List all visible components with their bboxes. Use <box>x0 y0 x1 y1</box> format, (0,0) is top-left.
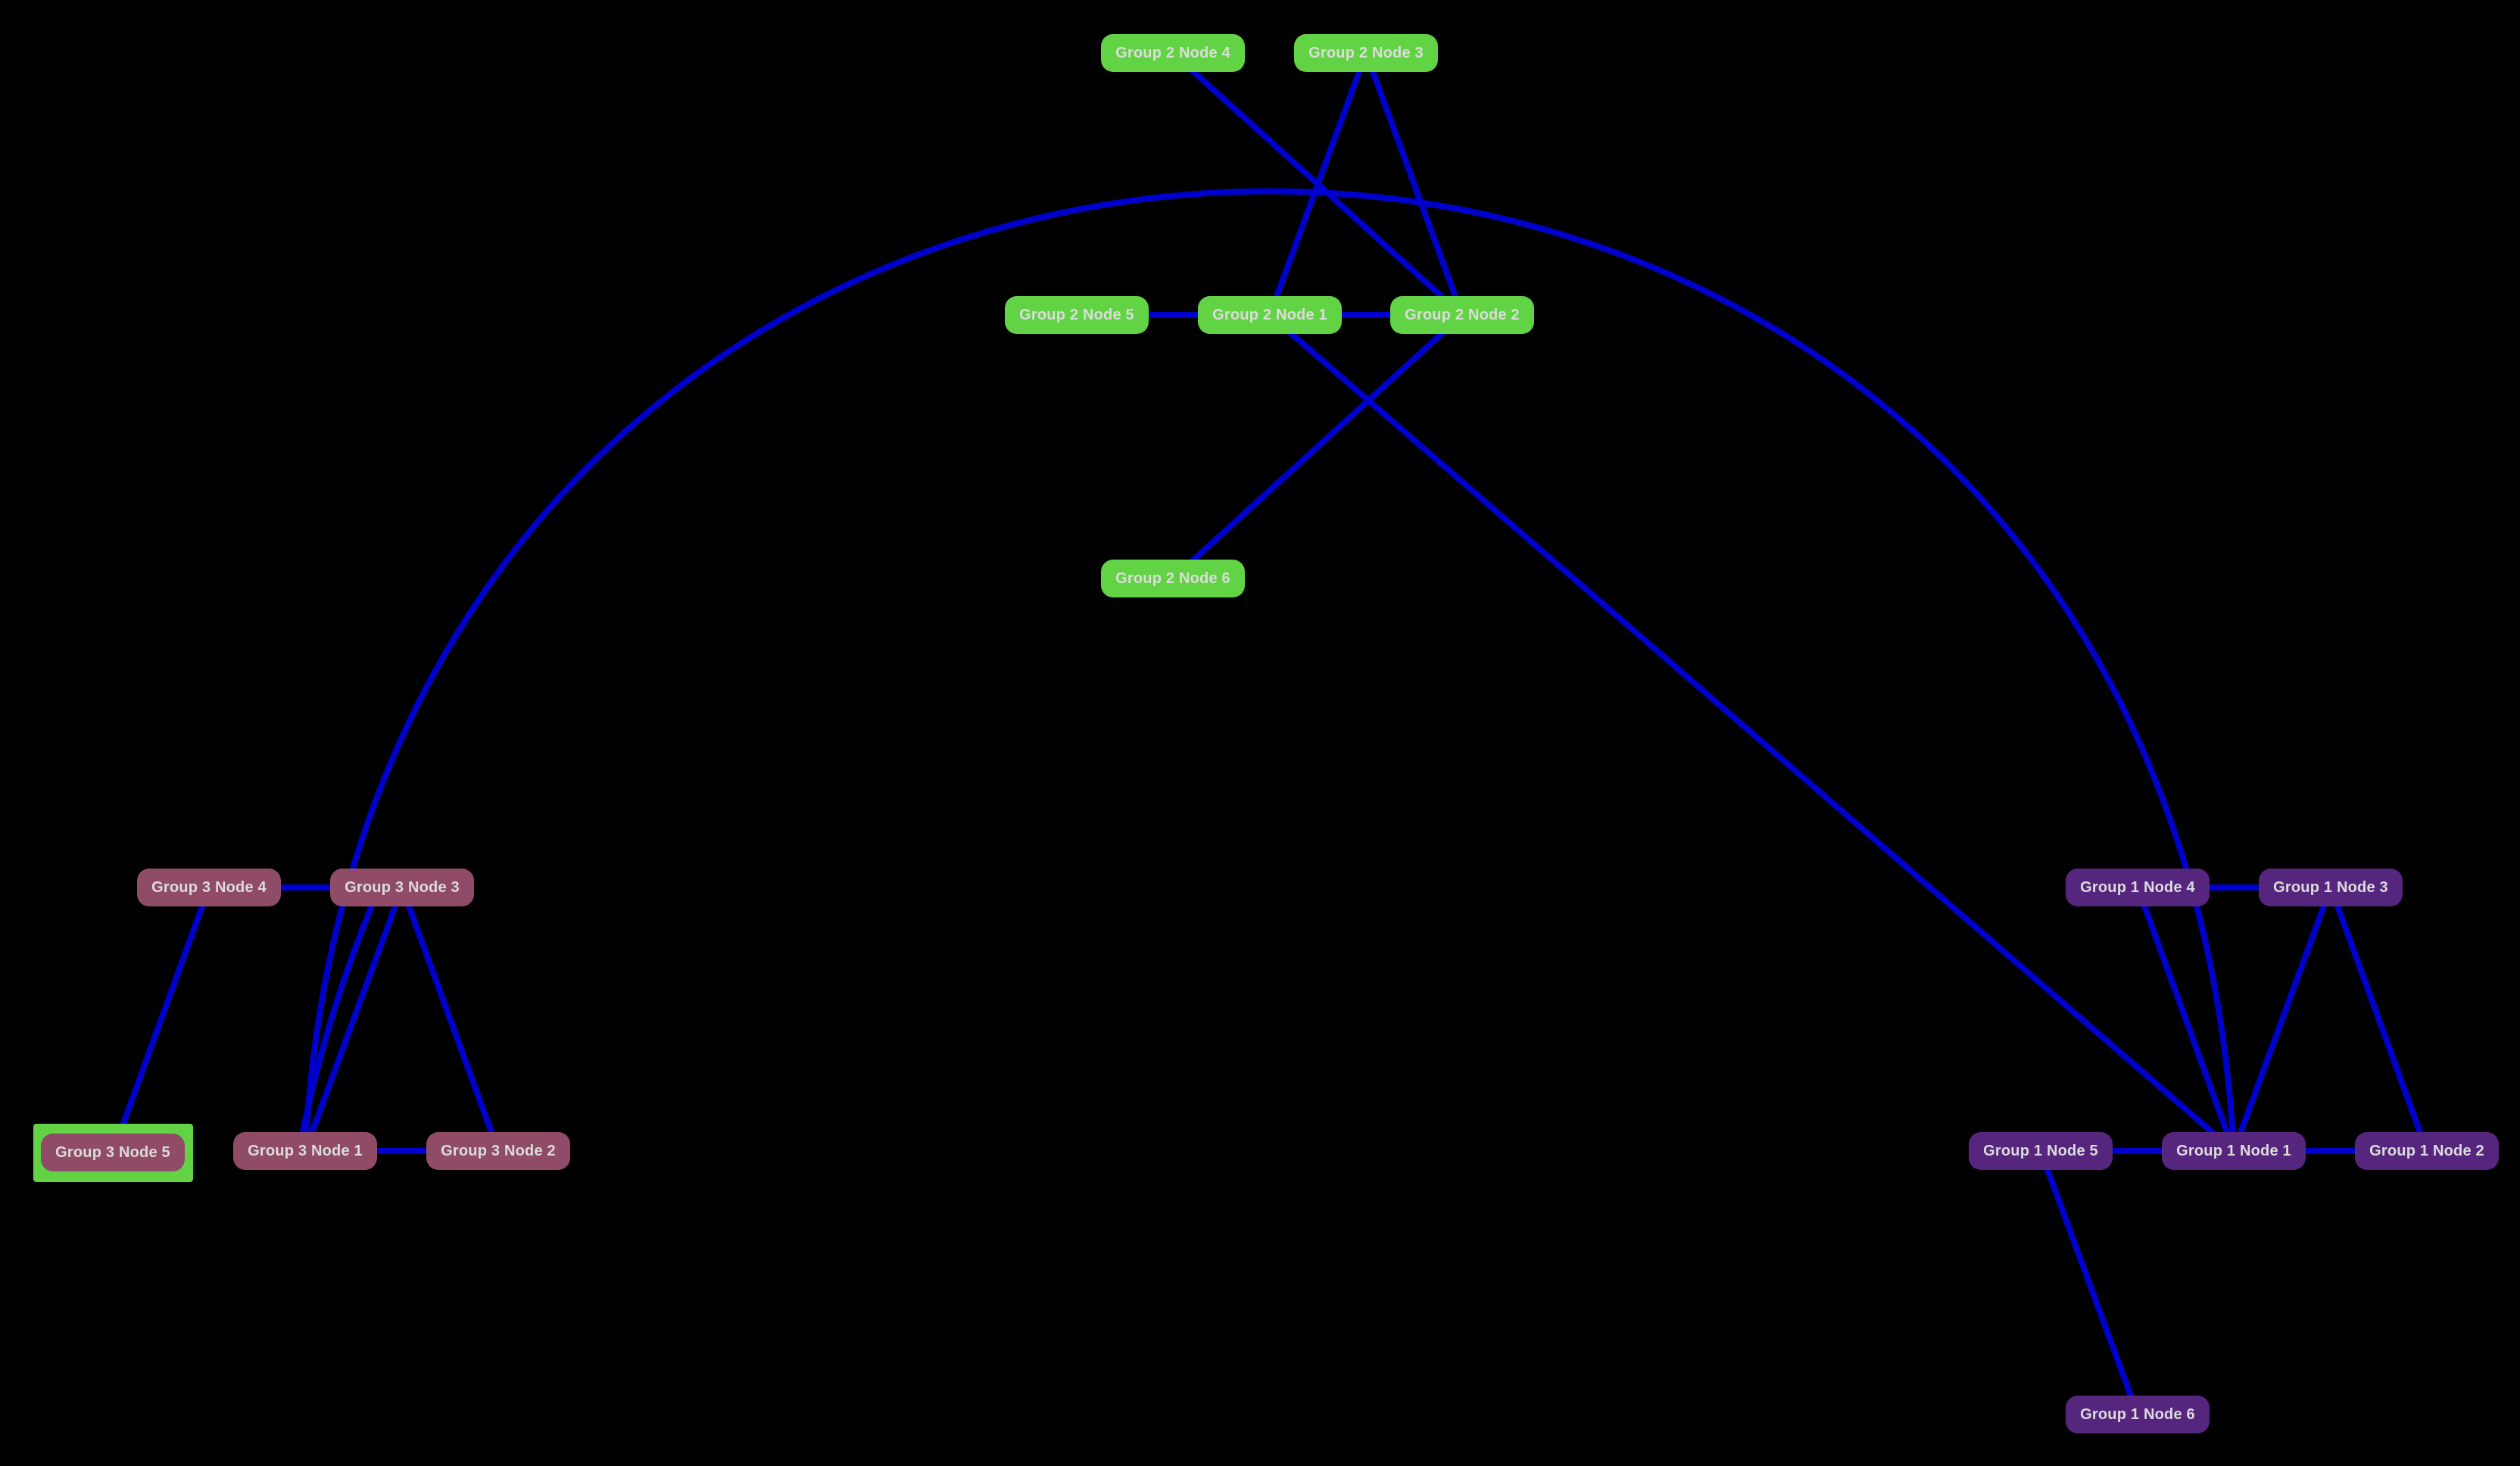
node-g1n2[interactable]: Group 1 Node 2 <box>2355 1132 2499 1170</box>
edge-g2n1-g1n1 <box>1268 312 2236 1154</box>
node-g1n6[interactable]: Group 1 Node 6 <box>2066 1396 2210 1433</box>
node-g2n6[interactable]: Group 2 Node 6 <box>1101 560 1245 597</box>
node-label: Group 2 Node 6 <box>1115 569 1230 587</box>
edge-g2n3-g2n1 <box>1267 51 1369 317</box>
edge-g3n3-g3n2 <box>399 886 501 1153</box>
edge-g1n5-g1n6 <box>2038 1149 2141 1416</box>
graph-canvas[interactable]: Group 2 Node 4 Group 2 Node 3 Group 2 Node… <box>0 0 2520 1466</box>
node-label: Group 1 Node 1 <box>2176 1142 2291 1159</box>
node-label: Group 2 Node 4 <box>1115 44 1230 61</box>
node-g2n5[interactable]: Group 2 Node 5 <box>1005 296 1149 334</box>
edge-g1n3-g1n1 <box>2231 886 2334 1153</box>
node-label: Group 3 Node 1 <box>248 1142 363 1159</box>
node-g1n5[interactable]: Group 1 Node 5 <box>1969 1132 2113 1170</box>
edge-g2n3-g2n2 <box>1363 51 1465 317</box>
node-label: Group 3 Node 3 <box>345 878 460 896</box>
edge-g3n4-g3n5 <box>110 886 212 1154</box>
node-g3n4[interactable]: Group 3 Node 4 <box>137 869 281 906</box>
node-label: Group 1 Node 2 <box>2369 1142 2484 1159</box>
node-label: Group 1 Node 3 <box>2273 878 2388 896</box>
edge-g3n1-g1n1 <box>302 188 2237 1152</box>
edges-layer <box>110 51 2430 1416</box>
node-label: Group 3 Node 4 <box>151 878 267 896</box>
node-g3n2[interactable]: Group 3 Node 2 <box>426 1132 570 1170</box>
node-label: Group 1 Node 6 <box>2080 1405 2195 1423</box>
node-g2n4[interactable]: Group 2 Node 4 <box>1101 34 1245 72</box>
node-label: Group 3 Node 5 <box>55 1143 170 1161</box>
node-g3n3[interactable]: Group 3 Node 3 <box>330 869 474 906</box>
edge-g1n3-g1n2 <box>2328 886 2430 1153</box>
node-label: Group 1 Node 5 <box>1983 1142 2098 1159</box>
node-label: Group 3 Node 2 <box>441 1142 556 1159</box>
node-g1n1[interactable]: Group 1 Node 1 <box>2162 1132 2306 1170</box>
node-g1n3[interactable]: Group 1 Node 3 <box>2259 869 2403 906</box>
node-g2n1[interactable]: Group 2 Node 1 <box>1198 296 1342 334</box>
node-label: Group 2 Node 1 <box>1212 306 1327 323</box>
node-label: Group 2 Node 5 <box>1019 306 1134 323</box>
node-label: Group 2 Node 3 <box>1308 44 1424 61</box>
node-g3n5[interactable]: Group 3 Node 5 <box>41 1134 185 1171</box>
node-g1n4[interactable]: Group 1 Node 4 <box>2066 869 2210 906</box>
node-label: Group 2 Node 2 <box>1405 306 1520 323</box>
node-g3n1[interactable]: Group 3 Node 1 <box>233 1132 377 1170</box>
node-label: Group 1 Node 4 <box>2080 878 2195 896</box>
node-g2n2[interactable]: Group 2 Node 2 <box>1390 296 1534 334</box>
node-g2n3[interactable]: Group 2 Node 3 <box>1294 34 1438 72</box>
